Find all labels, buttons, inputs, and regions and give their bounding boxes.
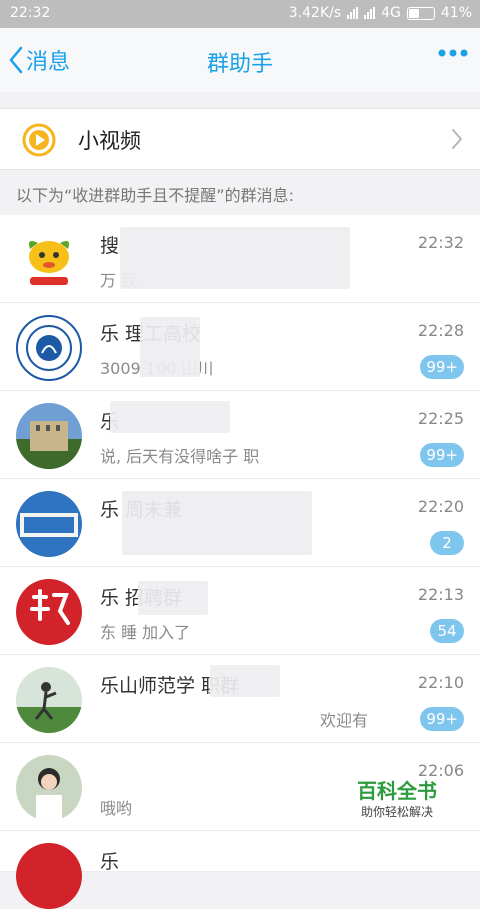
blur-overlay [140, 317, 200, 377]
blur-overlay [122, 491, 312, 555]
network-type: 4G [381, 5, 401, 21]
conversation-preview: 东 睡 加入了 [100, 623, 191, 642]
conversation-time: 22:20 [417, 497, 464, 516]
conversation-row[interactable]: 乐 周末兼 22:20 2 [0, 479, 480, 567]
battery-percent: 41% [440, 5, 472, 21]
conversation-time: 22:32 [417, 233, 464, 252]
conversation-preview: 哦哟 [100, 799, 133, 818]
short-video-row[interactable]: 小视频 [0, 108, 480, 170]
blur-overlay [138, 581, 208, 615]
group-avatar [16, 491, 82, 557]
conversation-time: 22:25 [417, 409, 464, 428]
network-speed: 3.42K/s [288, 5, 342, 21]
signal-icon [347, 7, 359, 19]
group-avatar [16, 755, 82, 821]
conversation-time: 22:10 [417, 673, 464, 692]
watermark-brand: 百科全书 [357, 779, 437, 803]
nav-bar: 消息 群助手 [0, 28, 480, 92]
more-icon[interactable] [438, 48, 468, 58]
conversation-title: 搜 [100, 235, 120, 257]
unread-badge: 2 [430, 531, 464, 555]
conversation-row[interactable]: 搜 万 我 22:32 [0, 215, 480, 303]
play-video-icon [22, 123, 56, 157]
blur-overlay [110, 401, 230, 433]
group-avatar [16, 315, 82, 381]
unread-badge: 99+ [420, 355, 464, 379]
signal-icon-2 [364, 7, 376, 19]
short-video-label: 小视频 [78, 129, 141, 153]
conversation-row[interactable]: 乐山师范学 职群 欢迎有 22:10 99+ [0, 655, 480, 743]
group-avatar [16, 403, 82, 469]
conversation-row[interactable]: 乐 [0, 831, 480, 909]
unread-badge: 99+ [420, 443, 464, 467]
group-hint-text: 以下为“收进群助手且不提醒”的群消息: [16, 186, 294, 205]
conversation-time: 22:13 [417, 585, 464, 604]
status-time: 22:32 [10, 5, 51, 21]
group-avatar [16, 667, 82, 733]
status-right: 3.42K/s 4G 41% [289, 5, 472, 21]
group-avatar [16, 579, 82, 645]
page-title: 群助手 [206, 52, 273, 77]
chevron-right-icon [452, 129, 462, 149]
conversation-row[interactable]: 乐 理工高校 3009 100 山川 22:28 99+ [0, 303, 480, 391]
status-bar: 22:32 3.42K/s 4G 41% [0, 0, 480, 28]
unread-badge: 99+ [420, 707, 464, 731]
watermark-logo: 百科全书 助你轻松解决 [338, 778, 456, 826]
conversation-preview: 说, 后天有没得啥子 职 [100, 447, 260, 466]
conversation-row[interactable]: 乐 招聘群 东 睡 加入了 22:13 54 [0, 567, 480, 655]
conversation-title: 乐 [100, 851, 120, 873]
conversation-preview: 欢迎有 [320, 711, 369, 730]
battery-icon [406, 6, 435, 20]
blur-overlay [210, 665, 280, 697]
group-avatar [16, 227, 82, 293]
blur-overlay [120, 227, 350, 289]
conversation-time: 22:28 [417, 321, 464, 340]
conversation-list: 搜 万 我 22:32 乐 理工高校 3009 100 山川 22:28 99+… [0, 215, 480, 909]
conversation-row[interactable]: 乐 说, 后天有没得啥子 职 22:25 99+ [0, 391, 480, 479]
watermark-tagline: 助你轻松解决 [360, 805, 433, 819]
unread-badge: 54 [430, 619, 464, 643]
